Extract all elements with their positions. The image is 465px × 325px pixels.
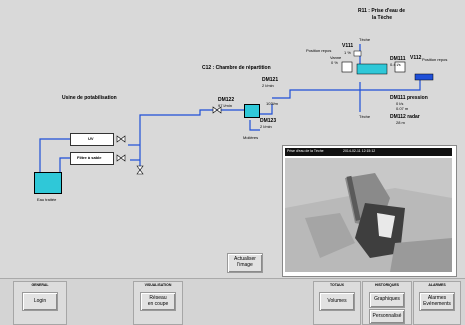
reseau-en-coupe-button[interactable]: Réseau en coupe	[140, 292, 176, 311]
uv-unit: UV	[70, 133, 114, 146]
dm123-value: 2 l/min	[260, 124, 272, 129]
personnalise-button[interactable]: Personnalisé	[369, 309, 405, 324]
dm122-value: 97 l/min	[218, 103, 233, 108]
valve-c12-a	[212, 106, 218, 114]
login-button[interactable]: Login	[22, 292, 58, 311]
camera-title: Prise d'eau de la Tèche	[287, 149, 324, 153]
personnalise-button-label: Personnalisé	[372, 312, 402, 319]
alarmes-label-line2: Evénements	[423, 300, 451, 307]
treated-water-tank	[34, 172, 62, 194]
treated-water-label: Eau traitée	[37, 197, 57, 202]
synoptic-canvas: R11 : Prise d'eau de la Tèche Tèche Tèch…	[0, 0, 465, 278]
pipe-c12-molieres	[249, 120, 260, 131]
v111-gate	[341, 61, 353, 73]
r11-title-line2: la Tèche	[372, 15, 393, 21]
uv-label: UV	[88, 136, 94, 141]
group-totaux: TOTAUX Volumes	[313, 281, 361, 325]
valve-uv-b	[120, 135, 126, 143]
group-totaux-title: TOTAUX	[329, 283, 345, 287]
c12-small-value: 103l/m	[266, 101, 279, 106]
r11-intake-channel	[356, 63, 388, 75]
r11-outlet-pipe	[414, 73, 434, 81]
pipe-filter-to-tank	[59, 157, 70, 172]
group-visualisation: VISUALISATION Réseau en coupe	[133, 281, 183, 325]
teche-label-top: Tèche	[359, 37, 371, 42]
valve-filter-a	[116, 154, 122, 162]
group-visualisation-title: VISUALISATION	[144, 283, 172, 287]
teche-label-bottom: Tèche	[359, 114, 371, 119]
small-valve-value: 0 %	[331, 60, 338, 65]
v111-label: V111	[342, 43, 354, 49]
v112-label: V112	[410, 55, 422, 61]
valve-filter-b	[120, 154, 126, 162]
group-alarmes: ALARMES Alarmes Evénements	[413, 281, 461, 325]
camera-header: Prise d'eau de la Tèche 2014-02-11 12:15…	[285, 148, 452, 156]
r11-title-line1: R11 : Prise d'eau de	[358, 8, 406, 14]
alarmes-evenements-button[interactable]: Alarmes Evénements	[419, 292, 455, 311]
dm111-pression-v2: 0.07 m	[396, 106, 409, 111]
pipe-c12-to-usine	[139, 109, 244, 145]
pipe-uv-to-tank	[39, 138, 70, 172]
group-historiques-title: HISTORIQUES	[374, 283, 400, 287]
small-valve-box	[353, 50, 362, 57]
camera-image	[285, 158, 452, 272]
position-left-label: Position repos	[306, 48, 332, 53]
volumes-button-label: Volumes	[327, 297, 347, 304]
valve-uv-a	[116, 135, 122, 143]
graphiques-button[interactable]: Graphiques	[369, 292, 405, 308]
graphiques-button-label: Graphiques	[374, 296, 400, 303]
camera-timestamp: 2014-02-11 12:15:12	[343, 149, 376, 153]
camera-panel: Prise d'eau de la Tèche 2014-02-11 12:15…	[282, 145, 457, 277]
molieres-label: Molières	[243, 135, 259, 140]
refresh-image-label-line2: l'image	[237, 262, 253, 268]
dm121-value: 2 l/min	[262, 83, 274, 88]
v111-value: 1 %	[344, 50, 351, 55]
group-general-title: GENERAL	[31, 283, 49, 287]
dm112-value: 28 m	[396, 120, 405, 125]
sand-filter-label: Filtre à sable	[77, 155, 102, 160]
login-button-label: Login	[33, 297, 47, 304]
group-historiques: HISTORIQUES Graphiques Personnalisé	[362, 281, 412, 325]
c12-title: C12 : Chambre de répartition	[202, 65, 271, 71]
sand-filter-unit: Filtre à sable	[70, 152, 114, 165]
group-alarmes-title: ALARMES	[428, 283, 446, 287]
c12-tank	[244, 104, 260, 118]
valve-bottom-b	[136, 169, 144, 175]
group-general: GENERAL Login	[13, 281, 67, 325]
bottom-toolbar: GENERAL Login VISUALISATION Réseau en co…	[0, 278, 465, 325]
usine-title: Usine de potabilisation	[62, 95, 117, 101]
volumes-button[interactable]: Volumes	[319, 292, 355, 311]
reseau-label-line2: en coupe	[147, 300, 169, 307]
dm111-value: 0.4 l/s	[390, 62, 401, 67]
position-right-label: Position repos	[422, 57, 448, 62]
valve-bottom-a	[136, 165, 144, 171]
refresh-image-button[interactable]: Actualiser l'image	[227, 253, 263, 273]
